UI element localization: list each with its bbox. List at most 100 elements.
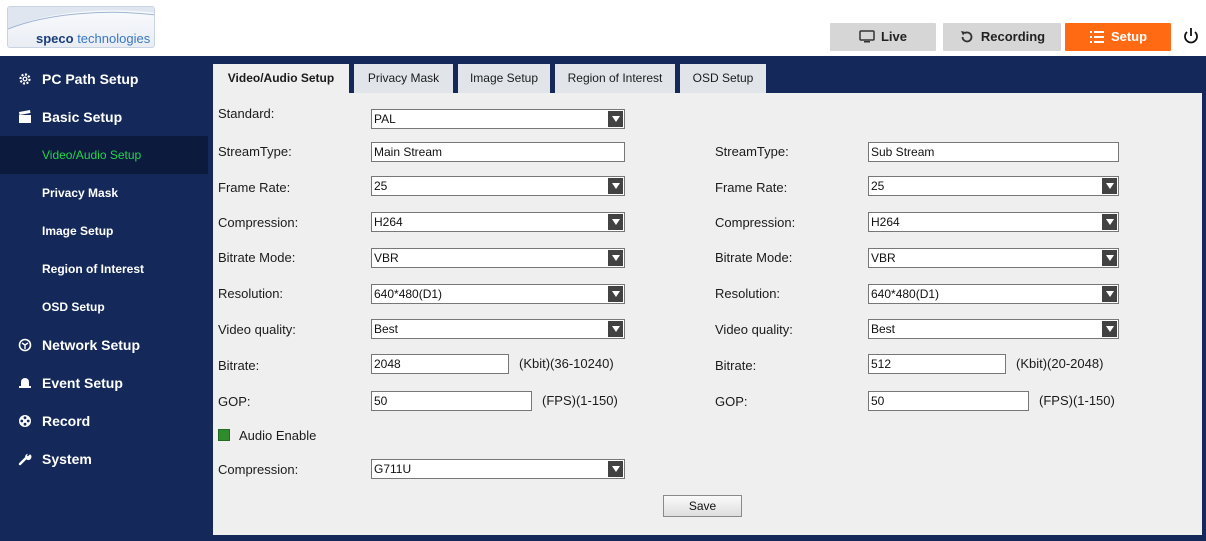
replay-icon bbox=[960, 31, 973, 43]
main-gop-field[interactable]: 50 bbox=[371, 391, 532, 411]
sub-resolution-select[interactable]: 640*480(D1) bbox=[868, 284, 1119, 304]
main-quality-select[interactable]: Best bbox=[371, 319, 625, 339]
sub-quality-value: Best bbox=[871, 322, 896, 336]
tab-osd-setup[interactable]: OSD Setup bbox=[680, 64, 766, 93]
header-bar: speco technologies Live Recording Setup bbox=[0, 0, 1206, 56]
sub-bitratemode-label: Bitrate Mode: bbox=[715, 250, 793, 265]
sidebar-label-pc-path: PC Path Setup bbox=[42, 71, 139, 87]
logo-brand-suffix: technologies bbox=[73, 31, 151, 46]
main-streamtype-field[interactable]: Main Stream bbox=[371, 142, 625, 162]
recording-label: Recording bbox=[980, 29, 1046, 44]
dropdown-arrow-icon bbox=[608, 461, 623, 477]
audio-enable-checkbox[interactable] bbox=[218, 429, 230, 441]
save-button[interactable]: Save bbox=[663, 495, 742, 517]
sidebar-item-pc-path-setup[interactable]: PC Path Setup bbox=[0, 60, 208, 98]
tab-region-of-interest[interactable]: Region of Interest bbox=[555, 64, 675, 93]
sub-framerate-value: 25 bbox=[871, 179, 885, 193]
main-compression-value: H264 bbox=[374, 215, 403, 229]
list-icon bbox=[1089, 31, 1104, 43]
main-bitrate-field[interactable]: 2048 bbox=[371, 354, 509, 374]
speco-logo: speco technologies bbox=[7, 6, 155, 48]
audio-compression-select[interactable]: G711U bbox=[371, 459, 625, 479]
main-framerate-label: Frame Rate: bbox=[218, 180, 291, 195]
sub-quality-select[interactable]: Best bbox=[868, 319, 1119, 339]
main-quality-label: Video quality: bbox=[218, 322, 296, 337]
dropdown-arrow-icon bbox=[1102, 286, 1117, 302]
sub-streamtype-label: StreamType: bbox=[715, 144, 789, 159]
sidebar-label-basic: Basic Setup bbox=[42, 109, 123, 125]
dropdown-arrow-icon bbox=[608, 286, 623, 302]
sidebar-item-privacy-mask[interactable]: Privacy Mask bbox=[0, 174, 208, 212]
sub-bitrate-field[interactable]: 512 bbox=[868, 354, 1006, 374]
monitor-icon bbox=[859, 30, 875, 43]
dropdown-arrow-icon bbox=[608, 214, 623, 230]
sub-resolution-label: Resolution: bbox=[715, 286, 781, 301]
sub-gop-field[interactable]: 50 bbox=[868, 391, 1029, 411]
main-bitratemode-value: VBR bbox=[374, 251, 399, 265]
standard-select[interactable]: PAL bbox=[371, 109, 625, 129]
dropdown-arrow-icon bbox=[608, 178, 623, 194]
bell-icon bbox=[19, 378, 31, 388]
sidebar-label-network: Network Setup bbox=[42, 337, 141, 353]
main-resolution-select[interactable]: 640*480(D1) bbox=[371, 284, 625, 304]
dropdown-arrow-icon bbox=[608, 250, 623, 266]
sub-bitratemode-value: VBR bbox=[871, 251, 896, 265]
sidebar-label-system: System bbox=[42, 451, 92, 467]
dropdown-arrow-icon bbox=[1102, 321, 1117, 337]
film-reel-icon bbox=[19, 415, 31, 427]
audio-compression-label: Compression: bbox=[218, 462, 299, 477]
tab-image-setup[interactable]: Image Setup bbox=[458, 64, 550, 93]
sub-bitrate-label: Bitrate: bbox=[715, 358, 757, 373]
tab-privacy-mask[interactable]: Privacy Mask bbox=[354, 64, 453, 93]
sidebar-item-event-setup[interactable]: Event Setup bbox=[0, 364, 208, 402]
standard-label: Standard: bbox=[218, 106, 275, 121]
sidebar-item-system[interactable]: System bbox=[0, 440, 208, 478]
audio-enable-label: Audio Enable bbox=[239, 428, 317, 443]
tab-video-audio-setup[interactable]: Video/Audio Setup bbox=[213, 64, 349, 93]
main-framerate-select[interactable]: 25 bbox=[371, 176, 625, 196]
sidebar-item-osd-setup[interactable]: OSD Setup bbox=[0, 288, 208, 326]
setup-button[interactable]: Setup bbox=[1065, 23, 1171, 51]
sub-bitratemode-select[interactable]: VBR bbox=[868, 248, 1119, 268]
dropdown-arrow-icon bbox=[1102, 178, 1117, 194]
main-gop-label: GOP: bbox=[218, 394, 251, 409]
sub-quality-label: Video quality: bbox=[715, 322, 793, 337]
dropdown-arrow-icon bbox=[1102, 250, 1117, 266]
sidebar-item-network-setup[interactable]: Network Setup bbox=[0, 326, 208, 364]
sidebar-item-image-setup[interactable]: Image Setup bbox=[0, 212, 208, 250]
sub-framerate-select[interactable]: 25 bbox=[868, 176, 1119, 196]
sub-gop-hint: (FPS)(1-150) bbox=[1039, 393, 1115, 408]
sub-bitrate-hint: (Kbit)(20-2048) bbox=[1016, 356, 1104, 371]
main-compression-select[interactable]: H264 bbox=[371, 212, 625, 232]
recording-button[interactable]: Recording bbox=[943, 23, 1061, 51]
clapperboard-icon bbox=[19, 110, 31, 123]
sub-compression-label: Compression: bbox=[715, 215, 796, 230]
main-resolution-value: 640*480(D1) bbox=[374, 287, 443, 301]
network-icon bbox=[18, 338, 32, 352]
sub-streamtype-field[interactable]: Sub Stream bbox=[868, 142, 1119, 162]
live-button[interactable]: Live bbox=[830, 23, 936, 51]
dropdown-arrow-icon bbox=[608, 321, 623, 337]
logo-brand: speco bbox=[36, 31, 74, 46]
main-compression-label: Compression: bbox=[218, 215, 299, 230]
sidebar-item-region-of-interest[interactable]: Region of Interest bbox=[0, 250, 208, 288]
main-quality-value: Best bbox=[374, 322, 399, 336]
sidebar-label-record: Record bbox=[42, 413, 91, 429]
sub-framerate-label: Frame Rate: bbox=[715, 180, 788, 195]
sub-compression-select[interactable]: H264 bbox=[868, 212, 1119, 232]
main-gop-hint: (FPS)(1-150) bbox=[542, 393, 618, 408]
wrench-icon bbox=[18, 453, 32, 466]
sidebar: PC Path Setup Basic Setup Video/Audio Se… bbox=[0, 60, 208, 541]
sub-resolution-value: 640*480(D1) bbox=[871, 287, 940, 301]
sidebar-item-video-audio-setup[interactable]: Video/Audio Setup bbox=[0, 136, 208, 174]
main-bitratemode-select[interactable]: VBR bbox=[371, 248, 625, 268]
setup-label: Setup bbox=[1110, 29, 1148, 44]
standard-value: PAL bbox=[374, 112, 396, 126]
sidebar-item-basic-setup[interactable]: Basic Setup bbox=[0, 98, 208, 136]
sub-gop-label: GOP: bbox=[715, 394, 748, 409]
sidebar-item-record[interactable]: Record bbox=[0, 402, 208, 440]
main-resolution-label: Resolution: bbox=[218, 286, 284, 301]
sidebar-label-event: Event Setup bbox=[42, 375, 123, 391]
main-streamtype-label: StreamType: bbox=[218, 144, 292, 159]
power-icon[interactable] bbox=[1181, 24, 1201, 48]
